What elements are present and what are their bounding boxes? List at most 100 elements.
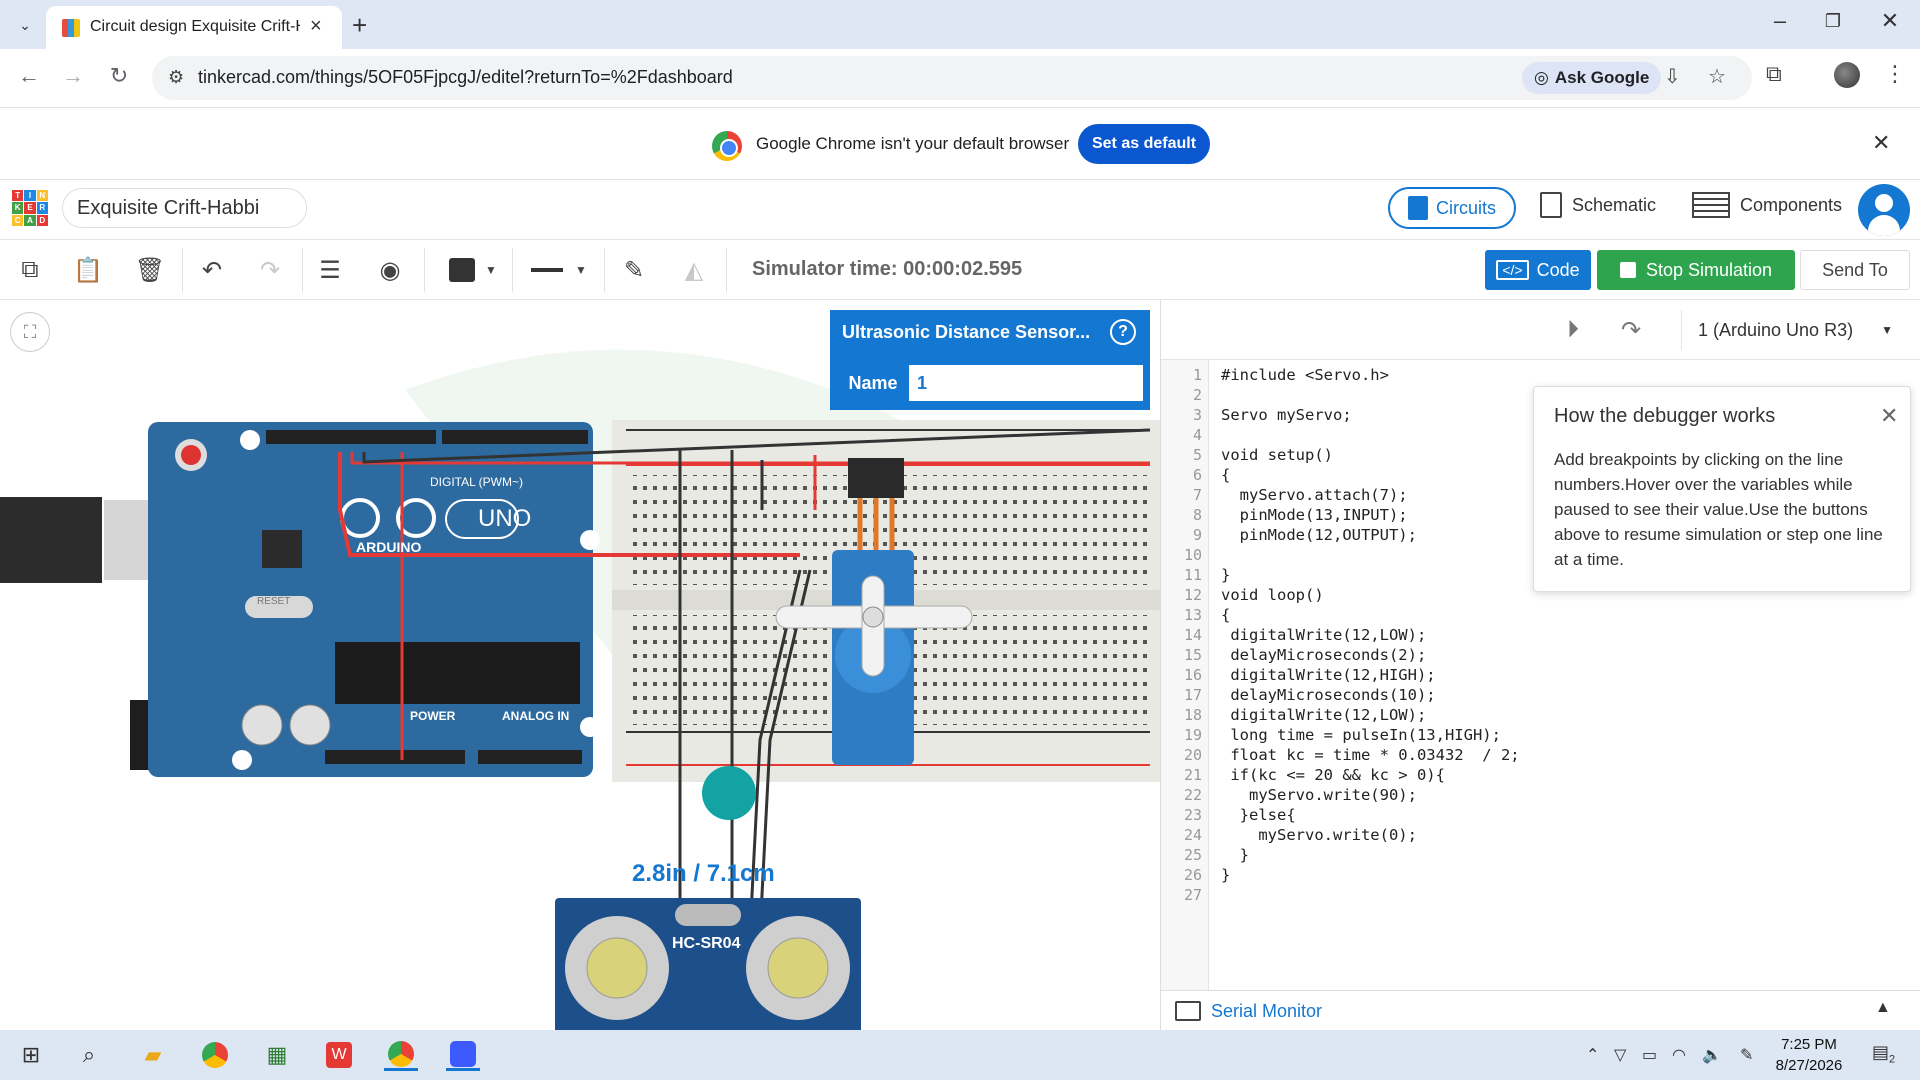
design-name-field[interactable]: Exquisite Crift-Habbi bbox=[62, 188, 307, 228]
paste-icon[interactable]: 📋 bbox=[68, 250, 108, 290]
device-select[interactable]: 1 (Arduino Uno R3) ▼ bbox=[1681, 310, 1909, 350]
code-line[interactable]: myServo.attach(7); bbox=[1221, 486, 1408, 504]
line-number[interactable]: 16 bbox=[1184, 666, 1202, 684]
code-line[interactable]: delayMicroseconds(2); bbox=[1221, 646, 1426, 664]
code-line[interactable]: { bbox=[1221, 466, 1230, 484]
send-to-button[interactable]: Send To bbox=[1800, 250, 1910, 290]
code-line[interactable]: void setup() bbox=[1221, 446, 1333, 464]
line-number[interactable]: 1 bbox=[1193, 366, 1202, 384]
line-number[interactable]: 27 bbox=[1184, 886, 1202, 904]
minecraft-icon[interactable]: ▦ bbox=[260, 1039, 294, 1071]
line-number[interactable]: 21 bbox=[1184, 766, 1202, 784]
code-line[interactable]: if(kc <= 20 && kc > 0){ bbox=[1221, 766, 1445, 784]
tab-components[interactable]: Components bbox=[1692, 192, 1842, 218]
chevron-up-icon[interactable]: ⌃ bbox=[1586, 1045, 1599, 1065]
new-tab-button[interactable]: + bbox=[352, 10, 367, 41]
help-icon[interactable]: ? bbox=[1110, 319, 1136, 345]
line-number[interactable]: 6 bbox=[1193, 466, 1202, 484]
circuit-canvas[interactable]: HC-SR04 UNO ARDUINO DIGITAL (PWM~) POWER… bbox=[0, 300, 1160, 1030]
code-line[interactable]: digitalWrite(12,HIGH); bbox=[1221, 666, 1435, 684]
reset-button[interactable] bbox=[181, 445, 201, 465]
pen-icon[interactable]: ✎ bbox=[1740, 1045, 1753, 1065]
forward-icon[interactable]: → bbox=[58, 63, 88, 89]
ask-google-button[interactable]: ◎ Ask Google bbox=[1522, 62, 1662, 94]
step-over-icon[interactable]: ↷ bbox=[1621, 316, 1641, 345]
line-number[interactable]: 15 bbox=[1184, 646, 1202, 664]
redo-icon[interactable]: ↷ bbox=[250, 250, 290, 290]
line-number[interactable]: 19 bbox=[1184, 726, 1202, 744]
browser-tab-active[interactable]: Circuit design Exquisite Crift-Habbi × bbox=[46, 6, 342, 49]
notification-icon[interactable]: ▤2 bbox=[1872, 1042, 1895, 1066]
file-explorer-icon[interactable]: ▰ bbox=[136, 1039, 170, 1071]
rotate-icon[interactable]: ✎ bbox=[614, 250, 654, 290]
name-input[interactable]: 1 bbox=[908, 364, 1144, 402]
code-line[interactable]: } bbox=[1221, 846, 1249, 864]
reload-icon[interactable]: ↻ bbox=[104, 63, 134, 89]
stop-simulation-button[interactable]: Stop Simulation bbox=[1597, 250, 1795, 290]
visibility-icon[interactable]: ◉ bbox=[370, 250, 410, 290]
code-line[interactable]: void loop() bbox=[1221, 586, 1324, 604]
code-line[interactable]: pinMode(12,OUTPUT); bbox=[1221, 526, 1417, 544]
line-number[interactable]: 4 bbox=[1193, 426, 1202, 444]
url-text[interactable]: tinkercad.com/things/5OF05FjpcgJ/editel?… bbox=[198, 67, 733, 88]
window-close-icon[interactable]: ✕ bbox=[1870, 8, 1910, 34]
code-line[interactable]: float kc = time * 0.03432 / 2; bbox=[1221, 746, 1519, 764]
code-line[interactable]: { bbox=[1221, 606, 1230, 624]
code-line[interactable]: myServo.write(0); bbox=[1221, 826, 1417, 844]
battery-icon[interactable]: ▭ bbox=[1642, 1045, 1657, 1065]
user-avatar[interactable] bbox=[1858, 184, 1910, 236]
line-number[interactable]: 8 bbox=[1193, 506, 1202, 524]
site-info-icon[interactable]: ⚙ bbox=[168, 67, 184, 88]
color-picker[interactable]: ▼ bbox=[438, 250, 508, 290]
line-number-gutter[interactable]: 1 2 3 4 5 6 7 8 9 10 11 12 13 14 15 16 17 18 19 20 21 22 23 24 2… bbox=[1161, 360, 1209, 990]
fit-view-icon[interactable]: ⛶ bbox=[10, 312, 50, 352]
resume-icon[interactable]: ⏵ bbox=[1567, 316, 1579, 344]
note-icon[interactable]: ☰ bbox=[310, 250, 350, 290]
line-number[interactable]: 7 bbox=[1193, 486, 1202, 504]
restore-icon[interactable]: ❐ bbox=[1813, 11, 1853, 32]
line-number[interactable]: 2 bbox=[1193, 386, 1202, 404]
line-number[interactable]: 24 bbox=[1184, 826, 1202, 844]
windows-start-icon[interactable]: ⊞ bbox=[14, 1039, 48, 1071]
extensions-icon[interactable]: ⧉ bbox=[1766, 61, 1782, 87]
line-number[interactable]: 11 bbox=[1184, 566, 1202, 584]
wire-type-picker[interactable]: ▼ bbox=[522, 250, 596, 290]
line-number[interactable]: 10 bbox=[1184, 546, 1202, 564]
line-number[interactable]: 5 bbox=[1193, 446, 1202, 464]
address-bar[interactable]: ⚙ tinkercad.com/things/5OF05FjpcgJ/edite… bbox=[152, 56, 1752, 100]
wps-office-icon[interactable]: W bbox=[322, 1039, 356, 1071]
code-line[interactable]: Servo myServo; bbox=[1221, 406, 1352, 424]
serial-monitor-label[interactable]: Serial Monitor bbox=[1211, 1001, 1322, 1022]
code-line[interactable]: #include <Servo.h> bbox=[1221, 366, 1389, 384]
search-icon[interactable]: ⌕ bbox=[72, 1039, 106, 1071]
clock-date[interactable]: 8/27/2026 bbox=[1764, 1057, 1854, 1074]
line-number[interactable]: 22 bbox=[1184, 786, 1202, 804]
delete-icon[interactable]: 🗑 bbox=[130, 250, 170, 290]
close-icon[interactable]: ✕ bbox=[1880, 403, 1898, 429]
distance-target-marker[interactable] bbox=[702, 766, 756, 820]
wifi-icon[interactable]: ◠ bbox=[1672, 1045, 1686, 1065]
line-number[interactable]: 20 bbox=[1184, 746, 1202, 764]
menu-kebab-icon[interactable]: ⋮ bbox=[1884, 61, 1906, 87]
flip-icon[interactable]: ◭ bbox=[674, 250, 714, 290]
line-number[interactable]: 23 bbox=[1184, 806, 1202, 824]
line-number[interactable]: 17 bbox=[1184, 686, 1202, 704]
line-number[interactable]: 18 bbox=[1184, 706, 1202, 724]
code-line[interactable]: }else{ bbox=[1221, 806, 1296, 824]
tab-schematic[interactable]: Schematic bbox=[1540, 192, 1656, 218]
profile-avatar[interactable] bbox=[1834, 62, 1860, 88]
minimize-icon[interactable]: – bbox=[1760, 8, 1800, 34]
arduino-board[interactable] bbox=[148, 422, 593, 777]
clock-time[interactable]: 7:25 PM bbox=[1764, 1036, 1854, 1053]
line-number[interactable]: 3 bbox=[1193, 406, 1202, 424]
code-button[interactable]: </> Code bbox=[1485, 250, 1591, 290]
code-line[interactable]: delayMicroseconds(10); bbox=[1221, 686, 1435, 704]
serial-monitor-bar[interactable]: Serial Monitor ▲ bbox=[1161, 990, 1920, 1030]
line-number[interactable]: 26 bbox=[1184, 866, 1202, 884]
code-line[interactable]: pinMode(13,INPUT); bbox=[1221, 506, 1408, 524]
install-app-icon[interactable]: ⇩ bbox=[1664, 64, 1681, 89]
tinkercad-logo[interactable]: TIN KER CAD bbox=[12, 190, 48, 226]
copy-icon[interactable]: ⧉ bbox=[10, 250, 50, 290]
code-line[interactable]: } bbox=[1221, 566, 1230, 584]
chrome-icon[interactable] bbox=[198, 1039, 232, 1071]
